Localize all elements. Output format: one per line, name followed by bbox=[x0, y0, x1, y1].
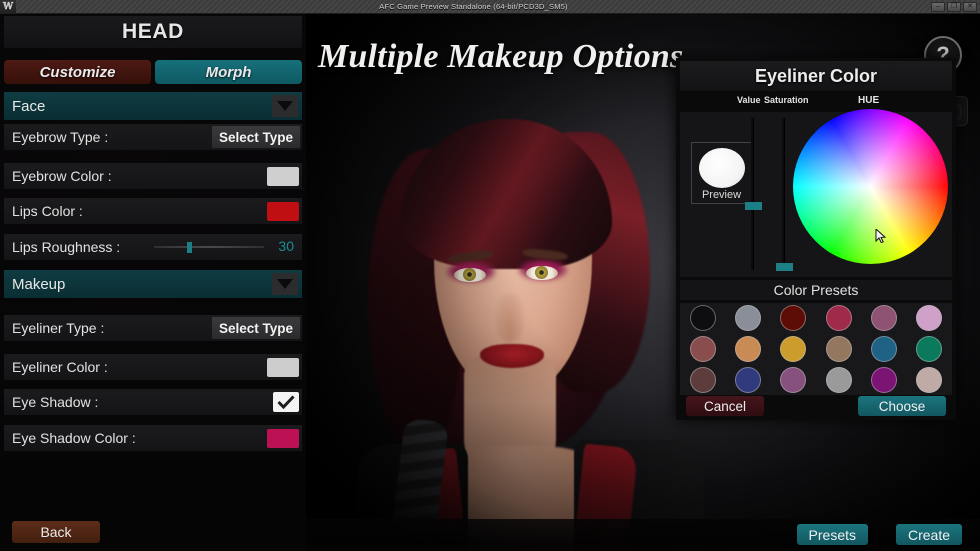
section-label-makeup: Makeup bbox=[12, 276, 65, 293]
hue-wheel-label: HUE bbox=[858, 95, 879, 106]
label-eyebrow-color: Eyebrow Color : bbox=[12, 168, 112, 184]
color-preset[interactable] bbox=[871, 336, 897, 362]
chevron-down-icon[interactable] bbox=[272, 273, 298, 295]
headline-text: Multiple Makeup Options bbox=[318, 38, 683, 76]
chevron-down-icon[interactable] bbox=[272, 95, 298, 117]
preview-box: Preview bbox=[691, 142, 752, 204]
section-header-face[interactable]: Face bbox=[4, 92, 302, 120]
mouse-cursor bbox=[875, 229, 886, 243]
eyeliner-type-select-button[interactable]: Select Type bbox=[212, 317, 300, 339]
preview-label: Preview bbox=[692, 189, 751, 201]
row-eye-shadow-color[interactable]: Eye Shadow Color : bbox=[4, 425, 302, 451]
lips-roughness-value: 30 bbox=[278, 238, 294, 254]
minimize-button[interactable]: – bbox=[931, 2, 945, 12]
lips-roughness-slider[interactable] bbox=[154, 234, 270, 260]
cancel-button[interactable]: Cancel bbox=[686, 396, 764, 416]
color-preset[interactable] bbox=[916, 367, 942, 393]
value-slider[interactable] bbox=[752, 118, 754, 270]
color-picker-panel: Eyeliner Color Value Saturation HUE Prev… bbox=[676, 58, 956, 420]
color-preset[interactable] bbox=[690, 305, 716, 331]
color-preset[interactable] bbox=[690, 336, 716, 362]
window-title-bar: 𝕎 AFC Game Preview Standalone (64-bit/PC… bbox=[0, 0, 980, 14]
row-eyeliner-color[interactable]: Eyeliner Color : bbox=[4, 354, 302, 380]
color-preset[interactable] bbox=[916, 336, 942, 362]
color-preset[interactable] bbox=[735, 367, 761, 393]
section-label-face: Face bbox=[12, 98, 45, 115]
label-eyeliner-type: Eyeliner Type : bbox=[12, 320, 104, 336]
saturation-slider-track bbox=[782, 118, 784, 270]
value-slider-knob[interactable] bbox=[745, 202, 762, 210]
color-picker-title: Eyeliner Color bbox=[680, 61, 952, 91]
eye-shadow-checkbox[interactable] bbox=[273, 392, 299, 412]
window-title-text: AFC Game Preview Standalone (64-bit/PCD3… bbox=[16, 2, 931, 11]
saturation-slider-knob[interactable] bbox=[776, 263, 793, 271]
hue-wheel[interactable] bbox=[793, 109, 948, 264]
page-title: HEAD bbox=[4, 16, 302, 48]
saturation-slider[interactable] bbox=[783, 118, 785, 270]
application-window: 𝕎 AFC Game Preview Standalone (64-bit/PC… bbox=[0, 0, 980, 551]
eyeliner-color-swatch[interactable] bbox=[267, 358, 299, 377]
slider-knob[interactable] bbox=[187, 242, 192, 253]
color-preset[interactable] bbox=[916, 305, 942, 331]
mode-tabs: Customize Morph bbox=[4, 60, 302, 84]
row-eyebrow-type[interactable]: Eyebrow Type : Select Type bbox=[4, 124, 302, 150]
row-eye-shadow[interactable]: Eye Shadow : bbox=[4, 389, 302, 415]
window-controls: – ❐ ✕ bbox=[931, 2, 980, 12]
color-preset[interactable] bbox=[826, 305, 852, 331]
eyebrow-color-swatch[interactable] bbox=[267, 167, 299, 186]
slider-track bbox=[154, 246, 264, 248]
label-lips-roughness: Lips Roughness : bbox=[12, 239, 120, 255]
row-lips-roughness[interactable]: Lips Roughness : 30 bbox=[4, 234, 302, 260]
bottom-bar: Presets Create bbox=[306, 519, 980, 551]
lips-color-swatch[interactable] bbox=[267, 202, 299, 221]
value-slider-label: Value bbox=[737, 95, 761, 105]
color-preset[interactable] bbox=[780, 336, 806, 362]
eyebrow-type-select-button[interactable]: Select Type bbox=[212, 126, 300, 148]
label-lips-color: Lips Color : bbox=[12, 203, 83, 219]
preview-color-circle bbox=[699, 148, 745, 188]
color-preset[interactable] bbox=[690, 367, 716, 393]
row-eyeliner-type[interactable]: Eyeliner Type : Select Type bbox=[4, 315, 302, 341]
color-picker-body: Preview bbox=[680, 112, 952, 277]
color-picker-actions: Cancel Choose bbox=[680, 396, 952, 416]
saturation-slider-label: Saturation bbox=[764, 95, 809, 105]
row-lips-color[interactable]: Lips Color : bbox=[4, 198, 302, 224]
color-preset[interactable] bbox=[871, 367, 897, 393]
label-eye-shadow: Eye Shadow : bbox=[12, 394, 98, 410]
label-eyebrow-type: Eyebrow Type : bbox=[12, 129, 108, 145]
section-header-makeup[interactable]: Makeup bbox=[4, 270, 302, 298]
color-preset[interactable] bbox=[735, 305, 761, 331]
tab-morph[interactable]: Morph bbox=[155, 60, 302, 84]
customization-sidebar: HEAD Customize Morph Face Eyebrow Type :… bbox=[0, 14, 306, 551]
close-button[interactable]: ✕ bbox=[963, 2, 977, 12]
row-eyebrow-color[interactable]: Eyebrow Color : bbox=[4, 163, 302, 189]
color-preset[interactable] bbox=[871, 305, 897, 331]
color-preset[interactable] bbox=[735, 336, 761, 362]
color-preset[interactable] bbox=[826, 367, 852, 393]
eye-shadow-color-swatch[interactable] bbox=[267, 429, 299, 448]
color-preset[interactable] bbox=[826, 336, 852, 362]
unreal-logo-icon: 𝕎 bbox=[0, 0, 16, 14]
tab-customize[interactable]: Customize bbox=[4, 60, 151, 84]
back-button[interactable]: Back bbox=[12, 521, 100, 543]
create-button[interactable]: Create bbox=[896, 524, 962, 545]
value-slider-track bbox=[751, 118, 753, 270]
color-presets-grid bbox=[680, 303, 952, 395]
label-eyeliner-color: Eyeliner Color : bbox=[12, 359, 108, 375]
presets-button[interactable]: Presets bbox=[797, 524, 868, 545]
color-preset[interactable] bbox=[780, 367, 806, 393]
color-presets-title: Color Presets bbox=[680, 280, 952, 300]
choose-button[interactable]: Choose bbox=[858, 396, 946, 416]
maximize-button[interactable]: ❐ bbox=[947, 2, 961, 12]
color-preset[interactable] bbox=[780, 305, 806, 331]
label-eye-shadow-color: Eye Shadow Color : bbox=[12, 430, 136, 446]
